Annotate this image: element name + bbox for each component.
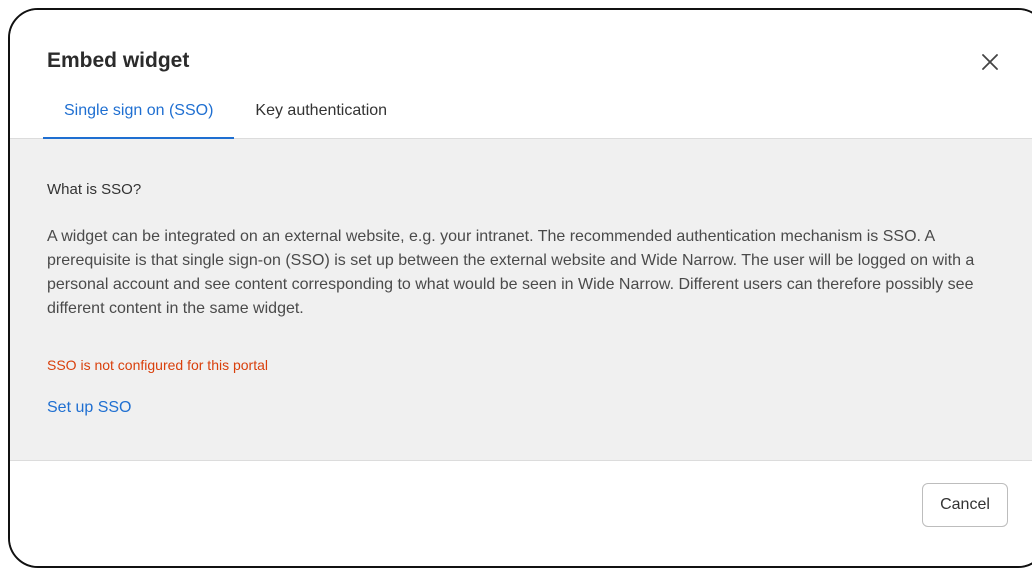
- tab-single-sign-on[interactable]: Single sign on (SSO): [43, 90, 235, 139]
- embed-widget-dialog: Embed widget Single sign on (SSO) Key au…: [8, 8, 1032, 568]
- cancel-button[interactable]: Cancel: [922, 483, 1008, 527]
- dialog-header: Embed widget Single sign on (SSO) Key au…: [10, 10, 1032, 139]
- sso-description: A widget can be integrated on an externa…: [47, 228, 975, 317]
- set-up-sso-link[interactable]: Set up SSO: [47, 399, 132, 417]
- sso-error-message: SSO is not configured for this portal: [47, 357, 268, 373]
- close-icon: [982, 54, 998, 70]
- dialog-footer: Cancel: [10, 461, 1032, 566]
- sso-panel: What is SSO? A widget can be integrated …: [10, 139, 1032, 461]
- auth-tabs: Single sign on (SSO) Key authentication: [43, 90, 408, 139]
- section-heading: What is SSO?: [47, 181, 142, 198]
- tab-key-authentication[interactable]: Key authentication: [234, 90, 408, 138]
- close-button[interactable]: [976, 48, 1004, 76]
- dialog-title: Embed widget: [47, 49, 190, 72]
